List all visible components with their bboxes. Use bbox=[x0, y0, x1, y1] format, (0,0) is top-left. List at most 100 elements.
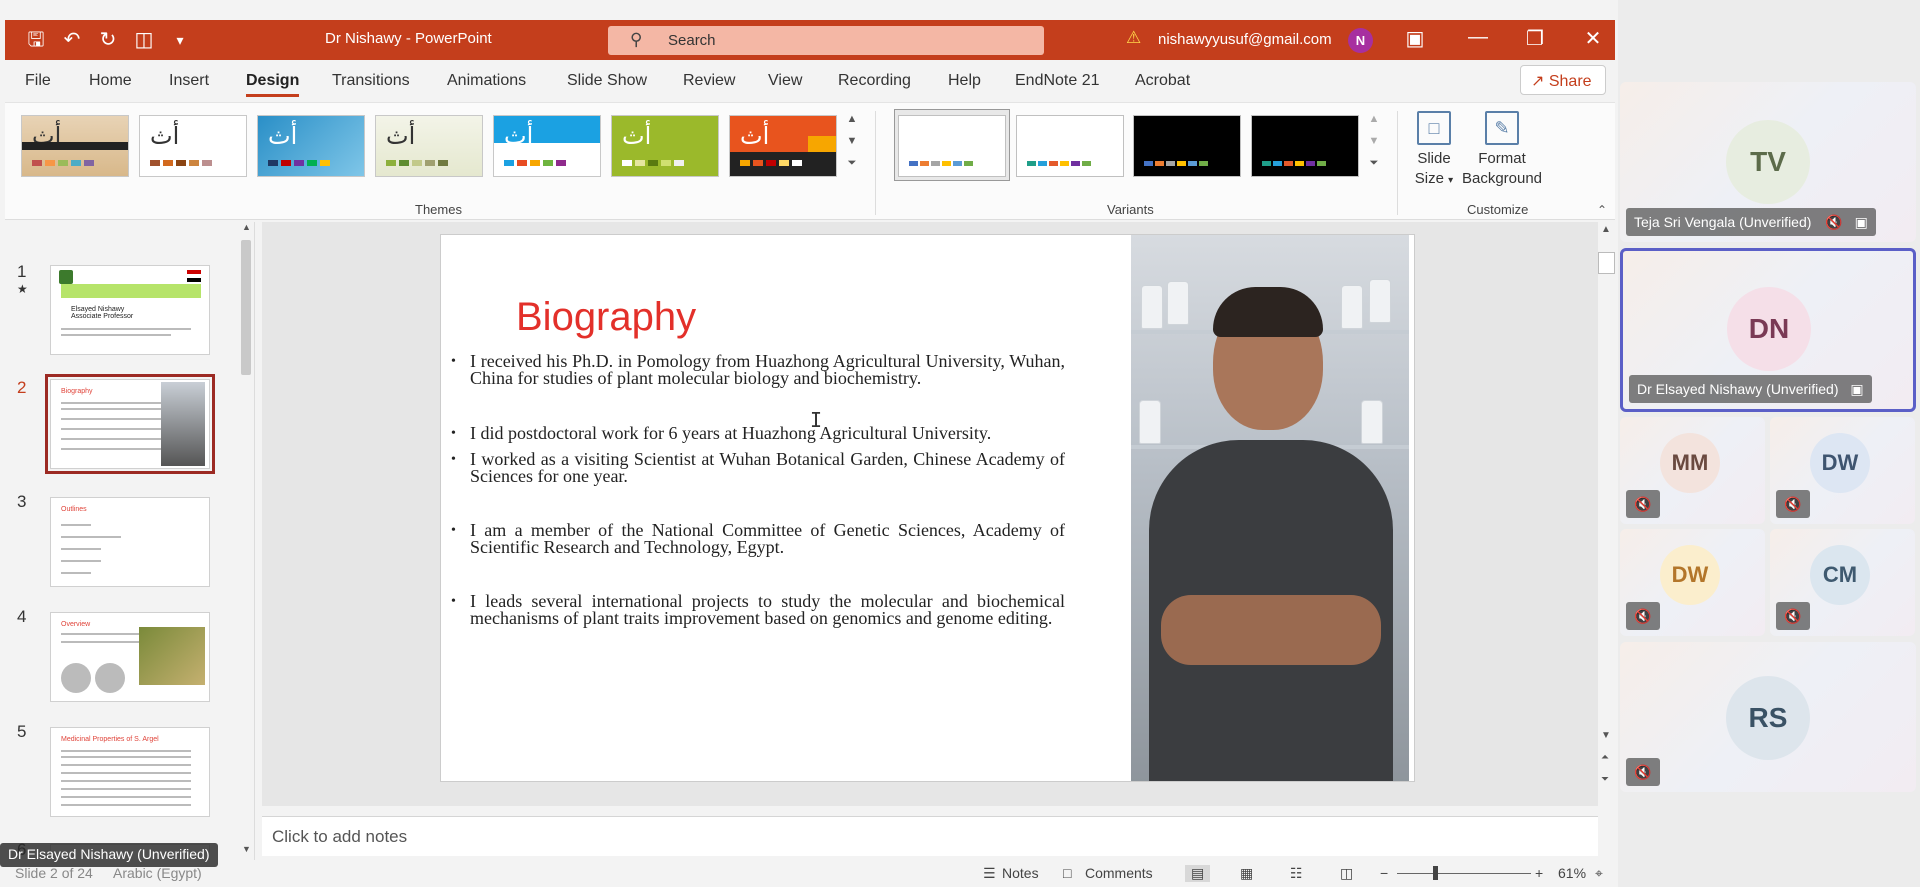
tab-slide-show[interactable]: Slide Show bbox=[567, 72, 647, 90]
notes-placeholder[interactable]: Click to add notes bbox=[272, 827, 407, 847]
slide-sorter-icon[interactable]: ▦ bbox=[1240, 865, 1253, 882]
variant-thumbnail[interactable] bbox=[1133, 115, 1241, 177]
speaker-label: Dr Elsayed Nishawy (Unverified) bbox=[0, 843, 218, 867]
minimize-icon[interactable]: — bbox=[1463, 26, 1493, 49]
format-background-label-2: Background bbox=[1461, 170, 1543, 187]
bullet-item[interactable]: I did postdoctoral work for 6 years at H… bbox=[449, 424, 1065, 442]
zoom-level[interactable]: 61% bbox=[1558, 865, 1586, 881]
scroll-down-icon[interactable]: ▼ bbox=[242, 844, 251, 854]
variant-thumbnail[interactable] bbox=[898, 115, 1006, 177]
slide-thumbnail-1[interactable]: Elsayed Nishawy Associate Professor bbox=[50, 265, 210, 355]
theme-thumbnail[interactable]: أث bbox=[493, 115, 601, 177]
tab-insert[interactable]: Insert bbox=[169, 72, 209, 90]
slide[interactable]: Biography I received his Ph.D. in Pomolo… bbox=[440, 234, 1415, 782]
account-email[interactable]: nishawyyusuf@gmail.com bbox=[1158, 31, 1332, 48]
theme-thumbnail[interactable]: أث bbox=[729, 115, 837, 177]
bullet-item[interactable]: I received his Ph.D. in Pomology from Hu… bbox=[449, 352, 1065, 387]
normal-view-icon[interactable]: ▤ bbox=[1185, 865, 1211, 882]
undo-icon[interactable]: ↶ bbox=[61, 28, 83, 52]
zoom-slider-handle[interactable] bbox=[1433, 866, 1438, 880]
slide-size-button[interactable]: □ Slide Size ▾ bbox=[1407, 111, 1461, 191]
tab-recording[interactable]: Recording bbox=[838, 72, 911, 90]
warning-icon[interactable]: ⚠ bbox=[1126, 28, 1141, 48]
close-icon[interactable]: ✕ bbox=[1578, 26, 1608, 51]
participant-tile[interactable]: RS 🔇 bbox=[1620, 642, 1916, 792]
avatar: MM bbox=[1660, 433, 1720, 493]
tab-file[interactable]: File bbox=[25, 72, 51, 90]
variants-more-icon[interactable]: ⏷ bbox=[1365, 157, 1383, 170]
notes-pane[interactable]: Click to add notes bbox=[262, 816, 1598, 856]
slide-thumbnail-5[interactable]: Medicinal Properties of S. Argel bbox=[50, 727, 210, 817]
format-background-button[interactable]: ✎ Format Background bbox=[1461, 111, 1543, 189]
tab-home[interactable]: Home bbox=[89, 72, 132, 90]
variants-scroll-down-icon[interactable]: ▼ bbox=[1365, 135, 1383, 147]
variant-thumbnail[interactable] bbox=[1251, 115, 1359, 177]
tab-endnote[interactable]: EndNote 21 bbox=[1015, 72, 1100, 90]
next-slide-icon[interactable]: ⏷ bbox=[1601, 774, 1609, 785]
notes-button[interactable]: Notes bbox=[1002, 865, 1039, 881]
search-box[interactable]: ⚲ Search bbox=[608, 26, 1044, 55]
reading-view-icon[interactable]: ☷ bbox=[1290, 865, 1303, 882]
present-from-start-icon[interactable]: ◫ bbox=[133, 28, 155, 52]
ribbon-display-icon[interactable]: ▣ bbox=[1400, 26, 1430, 51]
bullet-item[interactable]: I am a member of the National Committee … bbox=[449, 521, 1065, 556]
slide-thumbnail-2[interactable]: Biography bbox=[45, 374, 215, 474]
save-icon[interactable]: 🖫 bbox=[25, 28, 47, 52]
slide-thumbnail-3[interactable]: Outlines bbox=[50, 497, 210, 587]
theme-thumbnail[interactable]: أث bbox=[375, 115, 483, 177]
avatar: TV bbox=[1726, 120, 1810, 204]
slide-bullet-list[interactable]: I received his Ph.D. in Pomology from Hu… bbox=[449, 352, 1065, 627]
tab-review[interactable]: Review bbox=[683, 72, 735, 90]
participant-tile[interactable]: CM 🔇 bbox=[1770, 529, 1915, 636]
tab-transitions[interactable]: Transitions bbox=[332, 72, 410, 90]
scrollbar-thumb[interactable] bbox=[241, 240, 251, 375]
tab-acrobat[interactable]: Acrobat bbox=[1135, 72, 1190, 90]
slide-scrollbar[interactable]: ▲ ▼ ⏶ ⏷ bbox=[1598, 222, 1615, 806]
participant-tile[interactable]: TV Teja Sri Vengala (Unverified) 🔇 ▣ bbox=[1620, 82, 1916, 242]
collapse-ribbon-icon[interactable]: ⌃ bbox=[1597, 203, 1607, 217]
thumbnail-number: 4 bbox=[17, 607, 27, 626]
tab-view[interactable]: View bbox=[768, 72, 802, 90]
scroll-up-icon[interactable]: ▲ bbox=[1601, 224, 1611, 235]
scroll-up-icon[interactable]: ▲ bbox=[242, 222, 251, 232]
zoom-out-icon[interactable]: − bbox=[1380, 865, 1388, 881]
redo-icon[interactable]: ↻ bbox=[97, 28, 119, 52]
tab-design[interactable]: Design bbox=[246, 72, 300, 97]
share-button[interactable]: ↗ Share bbox=[1520, 65, 1606, 95]
variants-scroll-up-icon[interactable]: ▲ bbox=[1365, 113, 1383, 125]
theme-thumbnail[interactable]: أث bbox=[139, 115, 247, 177]
participant-tile[interactable]: DW 🔇 bbox=[1770, 417, 1915, 524]
themes-scroll-up-icon[interactable]: ▲ bbox=[843, 113, 861, 125]
themes-scroll-down-icon[interactable]: ▼ bbox=[843, 135, 861, 147]
participant-tile[interactable]: DW 🔇 bbox=[1620, 529, 1765, 636]
previous-slide-icon[interactable]: ⏶ bbox=[1601, 752, 1609, 763]
scrollbar-thumb[interactable] bbox=[1598, 252, 1615, 274]
slide-title[interactable]: Biography bbox=[516, 295, 696, 340]
slide-editing-area[interactable]: Biography I received his Ph.D. in Pomolo… bbox=[262, 222, 1598, 806]
share-icon: ↗ bbox=[1531, 73, 1545, 90]
zoom-slider[interactable] bbox=[1397, 873, 1531, 874]
bullet-item[interactable]: I worked as a visiting Scientist at Wuha… bbox=[449, 450, 1065, 485]
portrait-photo[interactable] bbox=[1131, 235, 1409, 781]
tab-help[interactable]: Help bbox=[948, 72, 981, 90]
slide-thumbnail-4[interactable]: Overview bbox=[50, 612, 210, 702]
restore-icon[interactable]: ❐ bbox=[1520, 26, 1550, 51]
bullet-item[interactable]: I leads several international projects t… bbox=[449, 592, 1065, 627]
themes-more-icon[interactable]: ⏷ bbox=[843, 157, 861, 170]
customize-qat-icon[interactable]: ▾ bbox=[169, 28, 191, 52]
theme-thumbnail[interactable]: أث bbox=[257, 115, 365, 177]
participant-tile-active-speaker[interactable]: DN Dr Elsayed Nishawy (Unverified) ▣ bbox=[1620, 248, 1916, 412]
theme-thumbnail[interactable]: أث bbox=[611, 115, 719, 177]
tab-animations[interactable]: Animations bbox=[447, 72, 526, 90]
comments-button[interactable]: Comments bbox=[1085, 865, 1153, 881]
language-indicator[interactable]: Arabic (Egypt) bbox=[113, 865, 202, 881]
scroll-down-icon[interactable]: ▼ bbox=[1601, 730, 1611, 741]
account-avatar[interactable]: N bbox=[1348, 28, 1373, 53]
participant-tile[interactable]: MM 🔇 bbox=[1620, 417, 1765, 524]
theme-thumbnail[interactable]: أث bbox=[21, 115, 129, 177]
zoom-in-icon[interactable]: + bbox=[1535, 865, 1543, 881]
variant-thumbnail[interactable] bbox=[1016, 115, 1124, 177]
fit-to-window-icon[interactable]: ⌖ bbox=[1595, 865, 1603, 882]
slide-show-icon[interactable]: ◫ bbox=[1340, 865, 1353, 882]
thumbnails-scrollbar[interactable]: ▲ ▼ bbox=[238, 222, 255, 860]
